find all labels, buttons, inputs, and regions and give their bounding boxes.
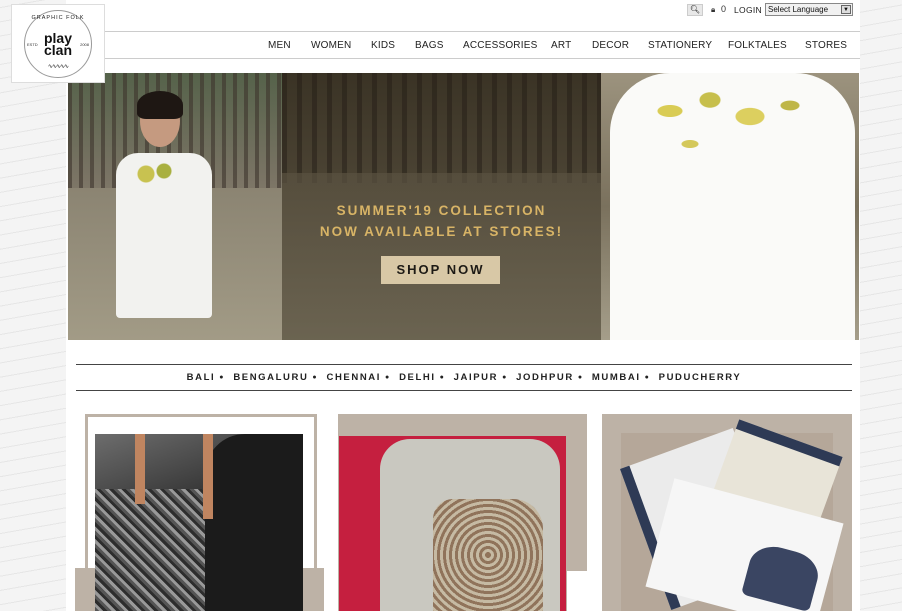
card-edge [567,571,587,611]
nav-item-art[interactable]: ART [551,40,571,51]
city-link[interactable]: CHENNAI [327,372,381,383]
lock-icon: 🔒︎ [711,5,716,14]
hero-title-line2: NOW AVAILABLE AT STORES! [319,224,564,239]
nav-item-stores[interactable]: STORES [805,40,847,51]
bullet-separator: ● [439,374,446,381]
top-utility-bar: 🔍︎ 🔒︎ 0 LOGIN Select Language ▼ [66,0,860,32]
language-select-value: Select Language [768,5,829,14]
bullet-separator: ● [577,374,584,381]
city-link[interactable]: DELHI [399,372,436,383]
cart-count[interactable]: 0 [721,4,726,14]
hero-banner[interactable]: SUMMER'19 COLLECTION NOW AVAILABLE AT ST… [68,73,859,340]
shop-now-button[interactable]: SHOP NOW [381,256,500,284]
nav-item-men[interactable]: MEN [268,40,291,51]
model-jacket [205,434,303,611]
logo-est: ESTD [27,41,38,47]
city-link[interactable]: PUDUCHERRY [659,372,742,383]
bullet-separator: ● [384,374,391,381]
tshirt-print [433,499,543,611]
nav-item-kids[interactable]: KIDS [371,40,395,51]
fence-shape [282,73,601,183]
nav-item-bags[interactable]: BAGS [415,40,444,51]
bullet-separator: ● [502,374,508,381]
store-cities-strip: BALI ● BENGALURU ● CHENNAI ● DELHI ● JAIPUR ●… [76,364,852,391]
logo-name-line2: clan [43,41,72,58]
hero-photo-left [68,73,282,340]
bullet-separator: ● [312,374,319,381]
hero-title-line1: SUMMER'19 COLLECTION [336,203,547,218]
model-hair [137,91,183,119]
language-select[interactable]: Select Language ▼ [765,3,853,16]
nav-item-decor[interactable]: DECOR [592,40,629,51]
nav-item-stationery[interactable]: STATIONERY [648,40,712,51]
city-link[interactable]: JAIPUR [454,372,498,383]
bag-strap [135,434,145,504]
site-logo[interactable]: GRAPHIC FOLK ESTD 2008 play clan ∿∿∿∿∿ [11,4,105,83]
login-link[interactable]: LOGIN [734,5,762,15]
bag-strap [203,434,213,519]
hero-title: SUMMER'19 COLLECTION NOW AVAILABLE AT ST… [282,200,601,242]
product-card-bags[interactable] [75,414,324,611]
bullet-separator: ● [219,374,226,381]
nav-item-women[interactable]: WOMEN [311,40,351,51]
bullet-separator: ● [644,374,651,381]
dress-closeup [610,73,855,340]
nav-item-accessories[interactable]: ACCESSORIES [463,40,537,51]
product-card-kids[interactable] [338,414,587,611]
logo-badge: GRAPHIC FOLK ESTD 2008 play clan ∿∿∿∿∿ [24,9,92,78]
logo-arc-text: GRAPHIC FOLK [31,14,85,21]
wave-icon: ∿∿∿∿∿ [47,63,69,70]
logo-wordmark: play clan [43,31,72,58]
nav-item-folktales[interactable]: FOLKTALES [728,40,787,51]
chevron-down-icon: ▼ [841,5,851,14]
city-link[interactable]: MUMBAI [592,372,641,383]
city-link[interactable]: JODHPUR [516,372,574,383]
model-dress [116,153,212,318]
main-navigation: MEN WOMEN KIDS BAGS ACCESSORIES ART DECO… [66,33,860,59]
city-link[interactable]: BENGALURU [233,372,308,383]
search-icon[interactable]: 🔍︎ [687,4,703,16]
product-card-stationery[interactable] [602,414,852,611]
city-link[interactable]: BALI [187,372,216,383]
logo-year: 2008 [80,41,89,47]
